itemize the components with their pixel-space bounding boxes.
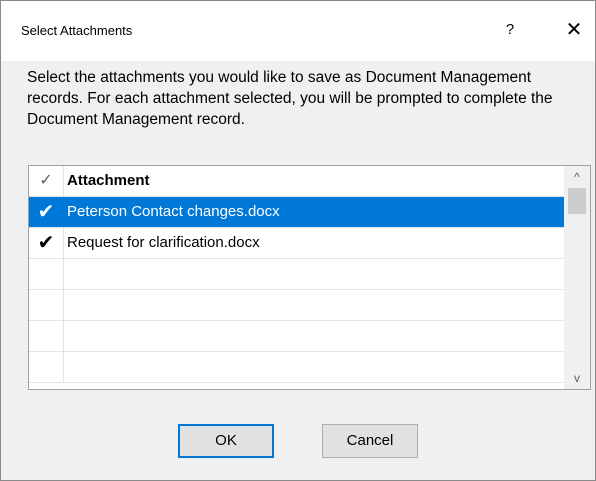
scrollbar-thumb[interactable] [568, 188, 586, 214]
empty-check-cell [29, 259, 64, 289]
title-bar: Select Attachments ? ✕ [1, 1, 595, 61]
grid-header-row: ✓ Attachment [29, 166, 564, 197]
checkmark-icon[interactable]: ✔ [29, 197, 64, 227]
scroll-down-arrow-icon[interactable]: v [564, 367, 590, 389]
help-icon[interactable]: ? [495, 15, 525, 45]
empty-check-cell [29, 352, 64, 382]
empty-row [29, 290, 564, 321]
empty-check-cell [29, 321, 64, 351]
cancel-button[interactable]: Cancel [322, 424, 418, 458]
dialog-title: Select Attachments [21, 23, 133, 38]
checkmark-icon[interactable]: ✔ [29, 228, 64, 258]
empty-row [29, 259, 564, 290]
close-icon[interactable]: ✕ [559, 15, 589, 45]
ok-button[interactable]: OK [178, 424, 274, 458]
attachment-name: Request for clarification.docx [67, 234, 260, 251]
select-attachments-dialog: Select Attachments ? ✕ Select the attach… [0, 0, 596, 481]
attachments-grid[interactable]: ✓ Attachment ✔ Peterson Contact changes.… [28, 165, 591, 390]
empty-check-cell [29, 290, 64, 320]
vertical-scrollbar[interactable]: ^ v [564, 166, 590, 389]
table-row[interactable]: ✔ Request for clarification.docx [29, 228, 564, 259]
scroll-up-arrow-icon[interactable]: ^ [564, 166, 590, 188]
checkmark-header-icon[interactable]: ✓ [29, 166, 64, 196]
empty-row [29, 352, 564, 383]
instructions-text: Select the attachments you would like to… [27, 69, 553, 128]
attachment-name: Peterson Contact changes.docx [67, 203, 280, 220]
empty-row [29, 321, 564, 352]
table-row[interactable]: ✔ Peterson Contact changes.docx [29, 197, 564, 228]
column-header-attachment[interactable]: Attachment [67, 166, 150, 196]
